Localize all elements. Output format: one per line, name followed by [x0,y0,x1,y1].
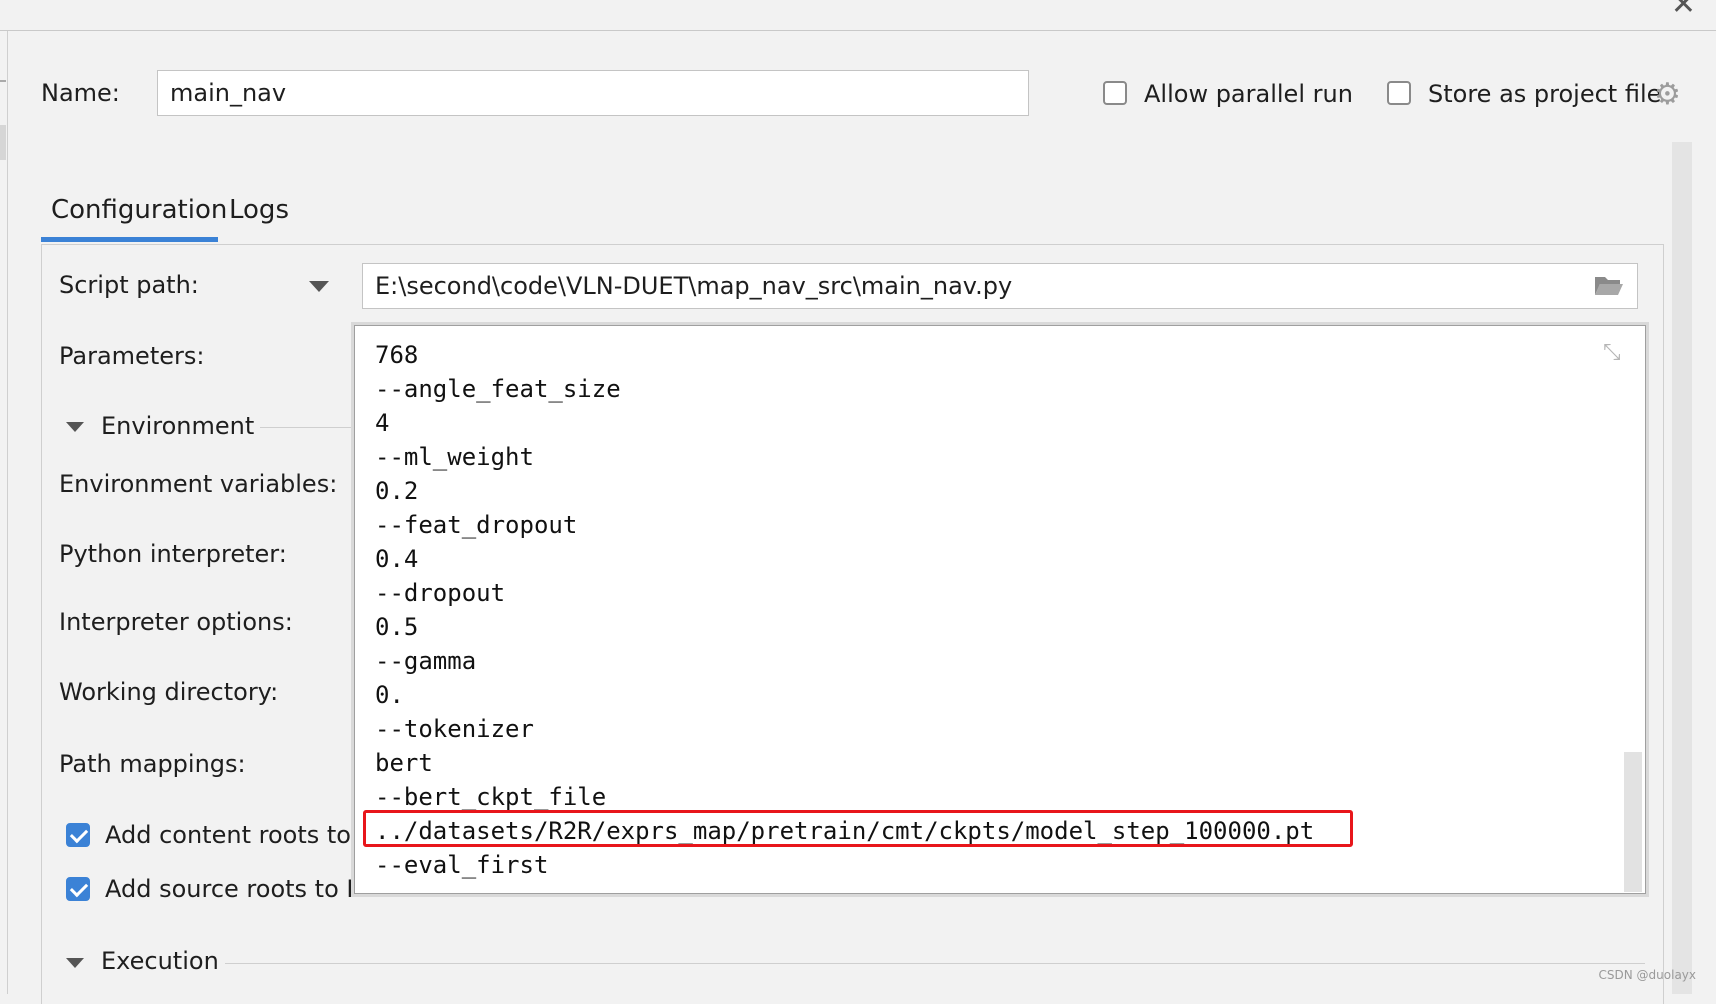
interpreter-options-label: Interpreter options: [59,608,293,636]
add-content-roots-checkbox[interactable] [66,823,90,847]
python-interpreter-label: Python interpreter: [59,540,287,568]
add-content-roots-label[interactable]: Add content roots to [105,821,351,849]
close-icon[interactable]: ✕ [1671,0,1696,20]
highlight-box [363,810,1353,847]
parameter-line: --bert_ckpt_file [375,783,607,811]
tab-configuration[interactable]: Configuration [51,195,227,225]
watermark: CSDN @duolayx [1598,968,1696,982]
env-vars-label: Environment variables: [59,470,338,498]
allow-parallel-label[interactable]: Allow parallel run [1144,80,1353,108]
left-edge [7,31,8,994]
collapse-icon[interactable]: ⤡ [1603,342,1621,364]
parameter-line: 4 [375,409,390,437]
parameter-line: 0. [375,681,404,709]
title-bar-divider [0,30,1716,31]
execution-separator [225,963,1645,964]
parameter-line: --ml_weight [375,443,534,471]
parameter-line: --tokenizer [375,715,534,743]
parameter-line: 0.2 [375,477,419,505]
parameters-expanded-editor[interactable]: 768 --angle_feat_size 4 --ml_weight 0.2 … [354,325,1646,894]
parameter-line: --gamma [375,647,477,675]
parameter-line: 768 [375,341,419,369]
parameters-scrollbar[interactable] [1624,752,1642,892]
name-input[interactable]: main_nav [157,70,1029,116]
execution-section-title[interactable]: Execution [101,947,219,975]
chevron-down-icon[interactable] [309,281,329,292]
tab-logs[interactable]: Logs [229,195,289,225]
parameter-line: --feat_dropout [375,511,578,539]
allow-parallel-checkbox[interactable] [1103,81,1127,105]
add-source-roots-label[interactable]: Add source roots to P [105,875,361,903]
name-label: Name: [41,79,120,107]
store-project-label[interactable]: Store as project file [1428,80,1661,108]
working-directory-label: Working directory: [59,678,279,706]
active-tab-indicator [41,237,218,242]
parameter-line: --dropout [375,579,506,607]
gear-icon[interactable]: ⚙ [1654,80,1681,110]
parameter-line: bert [375,749,433,777]
parameter-line: --eval_first [375,851,549,879]
path-mappings-label: Path mappings: [59,750,246,778]
left-edge-mark [0,80,6,82]
store-project-checkbox[interactable] [1387,81,1411,105]
add-source-roots-checkbox[interactable] [66,877,90,901]
parameter-line: --angle_feat_size [375,375,621,403]
parameters-text[interactable]: 768 --angle_feat_size 4 --ml_weight 0.2 … [375,338,1314,882]
dialog-scrollbar[interactable] [1672,142,1692,994]
left-edge-mark [0,125,6,160]
environment-collapse-icon[interactable] [66,422,84,432]
environment-section-title[interactable]: Environment [101,412,254,440]
script-path-field[interactable]: E:\second\code\VLN-DUET\map_nav_src\main… [362,263,1638,309]
parameter-line: 0.5 [375,613,419,641]
parameter-line: 0.4 [375,545,419,573]
parameters-label: Parameters: [59,342,205,370]
folder-icon[interactable] [1594,273,1624,297]
execution-collapse-icon[interactable] [66,958,84,968]
script-path-label: Script path: [59,271,199,299]
script-path-value: E:\second\code\VLN-DUET\map_nav_src\main… [375,272,1013,300]
environment-separator [260,427,356,428]
